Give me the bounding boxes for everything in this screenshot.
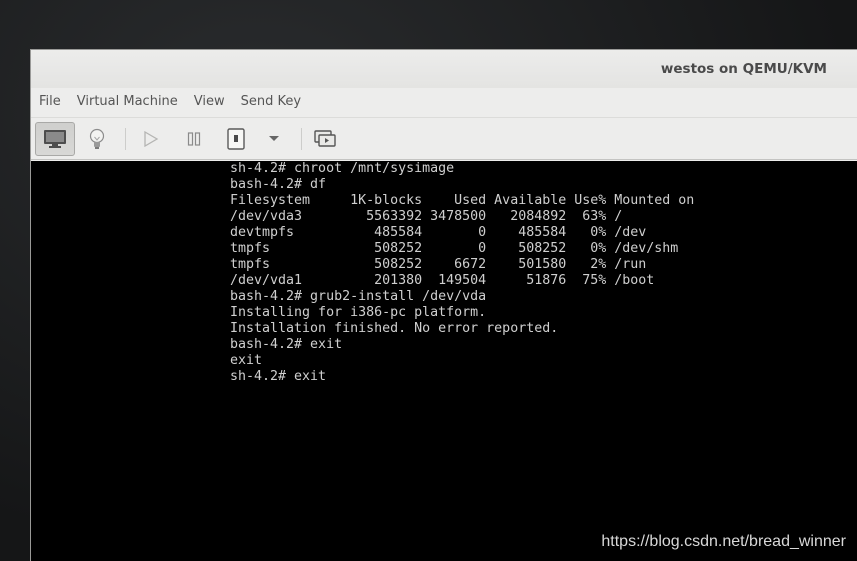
menu-bar: File Virtual Machine View Send Key xyxy=(31,88,857,116)
show-console-button[interactable] xyxy=(35,122,75,156)
window-title: westos on QEMU/KVM xyxy=(660,61,827,77)
terminal-line: exit xyxy=(230,353,263,368)
shutdown-button[interactable] xyxy=(216,122,256,156)
terminal-line: Filesystem 1K-blocks Used Available Use%… xyxy=(230,193,695,208)
terminal-line: bash-4.2# grub2-install /dev/vda xyxy=(230,289,487,304)
menu-send-key[interactable]: Send Key xyxy=(233,88,309,116)
chevron-down-icon xyxy=(269,136,279,141)
menu-virtual-machine[interactable]: Virtual Machine xyxy=(69,88,186,116)
fullscreen-button[interactable] xyxy=(305,122,345,156)
toolbar-separator xyxy=(301,128,302,150)
power-icon xyxy=(227,128,245,150)
vm-window: westos on QEMU/KVM File Virtual Machine … xyxy=(30,49,857,561)
terminal-line: bash-4.2# df xyxy=(230,177,327,192)
title-bar[interactable]: westos on QEMU/KVM xyxy=(31,50,857,88)
lightbulb-icon xyxy=(89,128,105,149)
terminal-line: /dev/vda1 201380 149504 51876 75% /boot xyxy=(230,273,655,288)
terminal-line: tmpfs 508252 6672 501580 2% /run xyxy=(230,257,647,272)
shutdown-menu-button[interactable] xyxy=(253,122,295,156)
terminal-line: Installation finished. No error reported… xyxy=(230,321,559,336)
toolbar xyxy=(31,117,857,160)
terminal-line: sh-4.2# exit xyxy=(230,369,327,384)
screenshot-icon xyxy=(314,130,336,147)
terminal-output: sh-4.2# chroot /mnt/sysimage bash-4.2# d… xyxy=(230,161,694,385)
terminal-line: bash-4.2# exit xyxy=(230,337,343,352)
watermark-url: https://blog.csdn.net/bread_winner xyxy=(601,533,846,550)
pause-icon xyxy=(187,132,201,146)
terminal-line: sh-4.2# chroot /mnt/sysimage xyxy=(230,161,455,176)
details-button[interactable] xyxy=(77,122,117,156)
vm-console[interactable]: sh-4.2# chroot /mnt/sysimage bash-4.2# d… xyxy=(31,161,857,561)
terminal-line: Installing for i386-pc platform. xyxy=(230,305,487,320)
pause-button[interactable] xyxy=(174,122,214,156)
terminal-line: tmpfs 508252 0 508252 0% /dev/shm xyxy=(230,241,679,256)
terminal-line: /dev/vda3 5563392 3478500 2084892 63% / xyxy=(230,209,623,224)
menu-view[interactable]: View xyxy=(186,88,233,116)
menu-file[interactable]: File xyxy=(31,88,69,116)
play-icon xyxy=(144,131,159,147)
terminal-line: devtmpfs 485584 0 485584 0% /dev xyxy=(230,225,647,240)
run-button[interactable] xyxy=(131,122,171,156)
toolbar-separator xyxy=(125,128,126,150)
monitor-icon xyxy=(44,130,66,148)
